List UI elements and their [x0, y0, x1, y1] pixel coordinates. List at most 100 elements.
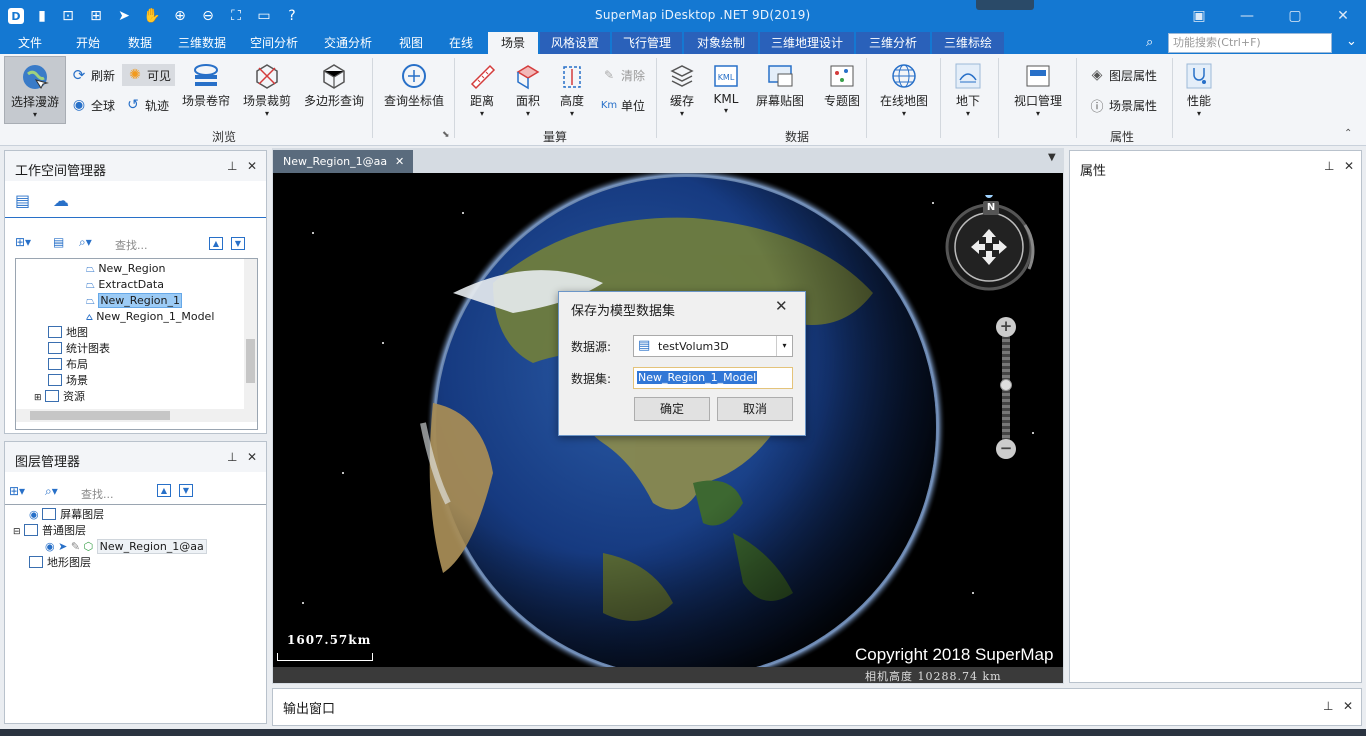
close-icon[interactable]: ✕	[1328, 4, 1358, 28]
scene-clip-button[interactable]: 场景裁剪 ▾	[240, 60, 294, 118]
layer-item-normal[interactable]: ⊟ 普通图层	[13, 523, 86, 539]
function-search-input[interactable]: 功能搜索(Ctrl+F)	[1168, 33, 1332, 53]
tree-item-new-region-1-model[interactable]: ⩟ New_Region_1_Model	[86, 309, 214, 325]
tab-3d-analysis[interactable]: 三维分析	[856, 32, 930, 54]
layer-search-input[interactable]: 查找...	[81, 486, 114, 502]
export-icon[interactable]: ⊞	[86, 6, 106, 26]
tree-item-layouts[interactable]: 布局	[48, 357, 88, 373]
workspace-tab-icon[interactable]: ▤	[15, 191, 37, 213]
tree-item-maps[interactable]: 地图	[48, 325, 88, 341]
polygon-query-button[interactable]: 多边形查询	[302, 60, 366, 109]
tab-view[interactable]: 视图	[390, 32, 432, 54]
workspace-search-input[interactable]: 查找...	[115, 237, 148, 253]
ok-button[interactable]: 确定	[634, 397, 710, 421]
tab-3d-plot[interactable]: 三维标绘	[932, 32, 1004, 54]
performance-button[interactable]: 性能 ▾	[1182, 60, 1216, 118]
pointer-icon[interactable]: ➤	[114, 6, 134, 26]
unit-button[interactable]: Km 单位	[600, 94, 645, 116]
cloud-tab-icon[interactable]: ☁	[53, 191, 75, 213]
tab-flight[interactable]: 飞行管理	[612, 32, 682, 54]
tab-new-region-1[interactable]: New_Region_1@aa ✕	[273, 150, 413, 173]
close-panel-icon[interactable]: ✕	[247, 450, 257, 464]
tree-item-scenes[interactable]: 场景	[48, 373, 88, 389]
thematic-map-button[interactable]: 专题图	[820, 60, 864, 109]
ribbon-collapse-icon[interactable]: ⌄	[1346, 34, 1357, 49]
ribbon-collapse-up-icon[interactable]: ⌃	[1344, 128, 1352, 139]
scrollbar-thumb[interactable]	[30, 411, 170, 420]
tab-dropdown-icon[interactable]: ▼	[1048, 152, 1056, 163]
layer-item-terrain[interactable]: 地形图层	[29, 555, 91, 571]
pin-icon[interactable]: ⊥	[227, 159, 237, 173]
move-up-icon[interactable]: ▲	[209, 237, 223, 250]
height-button[interactable]: 高度 ▾	[554, 60, 590, 118]
kml-button[interactable]: KML KML ▾	[708, 60, 744, 115]
horizontal-scrollbar[interactable]	[16, 409, 257, 422]
full-extent-icon[interactable]: ⛶	[226, 6, 246, 26]
help-icon[interactable]: ?	[282, 6, 302, 26]
move-down-icon[interactable]: ▼	[231, 237, 245, 250]
tab-traffic-analysis[interactable]: 交通分析	[316, 32, 380, 54]
zoom-out-icon[interactable]: ⊖	[198, 6, 218, 26]
open-icon[interactable]: ⊡	[58, 6, 78, 26]
tree-item-new-region-1[interactable]: ⏢ New_Region_1	[86, 293, 182, 309]
pin-icon[interactable]: ⊥	[1324, 159, 1334, 173]
zoom-out-icon[interactable]: −	[996, 439, 1016, 459]
online-map-button[interactable]: 在线地图 ▾	[876, 60, 932, 118]
tab-scene[interactable]: 场景	[488, 32, 538, 54]
tab-online[interactable]: 在线	[440, 32, 482, 54]
viewport-manage-button[interactable]: 视口管理 ▾	[1010, 60, 1066, 118]
track-button[interactable]: ↺ 轨迹	[124, 94, 169, 116]
scene-properties-button[interactable]: ⓘ 场景属性	[1088, 94, 1157, 116]
layer-item-screen[interactable]: ◉ 屏幕图层	[29, 507, 104, 523]
tab-start[interactable]: 开始	[66, 32, 110, 54]
maximize-icon[interactable]: ▢	[1280, 4, 1310, 28]
layer-properties-button[interactable]: ◈ 图层属性	[1088, 64, 1157, 86]
restore-icon[interactable]: ▣	[1184, 4, 1214, 28]
pin-icon[interactable]: ⊥	[1323, 699, 1333, 713]
tab-data[interactable]: 数据	[118, 32, 162, 54]
tab-spatial-analysis[interactable]: 空间分析	[242, 32, 306, 54]
zoom-slider[interactable]: + −	[995, 317, 1017, 461]
tree-item-resources[interactable]: ⊞ 资源	[34, 389, 85, 405]
screen-tile-button[interactable]: 屏幕贴图	[752, 60, 808, 109]
tab-draw-object[interactable]: 对象绘制	[684, 32, 758, 54]
chevron-down-icon[interactable]: ▾	[776, 336, 792, 356]
search-tool-icon[interactable]: ⌕▾	[79, 235, 92, 250]
minimize-icon[interactable]: —	[1232, 4, 1262, 28]
document-icon[interactable]: ▤	[53, 235, 64, 249]
folder-icon[interactable]: ▭	[254, 6, 274, 26]
select-roam-button[interactable]: 选择漫游 ▾	[4, 56, 66, 124]
add-layer-icon[interactable]: ⊞▾	[9, 484, 25, 498]
group-launcher-icon[interactable]: ⬊	[442, 130, 450, 140]
tab-3d-geodesign[interactable]: 三维地理设计	[760, 32, 854, 54]
move-up-icon[interactable]: ▲	[157, 484, 171, 497]
clear-button[interactable]: ✎ 清除	[600, 64, 645, 86]
distance-button[interactable]: 距离 ▾	[464, 60, 500, 118]
close-panel-icon[interactable]: ✕	[1344, 159, 1354, 173]
tree-item-new-region[interactable]: ⏢ New_Region	[86, 261, 165, 277]
cache-button[interactable]: 缓存 ▾	[664, 60, 700, 118]
dataset-name-input[interactable]: New_Region_1_Model	[633, 367, 793, 389]
pan-hand-icon[interactable]: ✋	[142, 6, 162, 26]
zoom-in-icon[interactable]: ⊕	[170, 6, 190, 26]
zoom-thumb[interactable]	[1000, 379, 1012, 391]
tab-3d-data[interactable]: 三维数据	[170, 32, 234, 54]
scene-roll-button[interactable]: 场景卷帘	[180, 60, 232, 109]
move-down-icon[interactable]: ▼	[179, 484, 193, 497]
refresh-button[interactable]: ⟳ 刷新	[70, 64, 115, 86]
layer-item-new-region-1[interactable]: ◉ ➤ ✎ ⬡ New_Region_1@aa	[45, 539, 207, 555]
pin-icon[interactable]: ⊥	[227, 450, 237, 464]
cancel-button[interactable]: 取消	[717, 397, 793, 421]
underground-button[interactable]: 地下 ▾	[950, 60, 986, 118]
tree-item-charts[interactable]: 统计图表	[48, 341, 110, 357]
tree-item-extract-data[interactable]: ⏢ ExtractData	[86, 277, 164, 293]
zoom-in-icon[interactable]: +	[996, 317, 1016, 337]
query-coordinate-button[interactable]: 查询坐标值	[382, 60, 446, 109]
close-panel-icon[interactable]: ✕	[1343, 699, 1353, 713]
datasource-select[interactable]: ▤ testVolum3D ▾	[633, 335, 793, 357]
tab-style[interactable]: 风格设置	[540, 32, 610, 54]
visible-toggle[interactable]: ✺ 可见	[122, 64, 176, 86]
globe-button[interactable]: ◉ 全球	[70, 94, 115, 116]
vertical-scrollbar[interactable]	[244, 259, 257, 409]
scrollbar-thumb[interactable]	[246, 339, 255, 383]
